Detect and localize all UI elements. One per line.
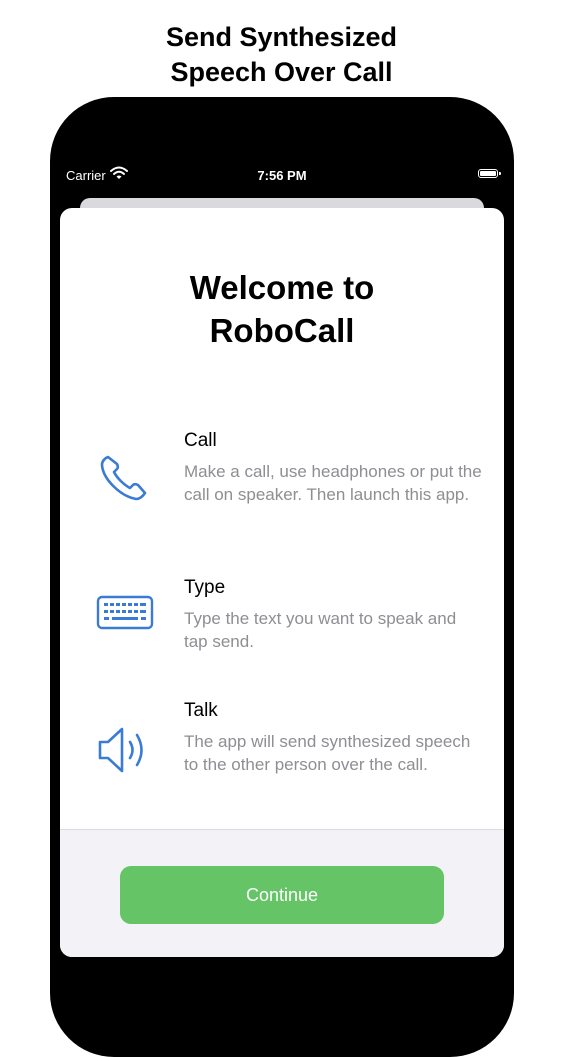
onboarding-sheet: Welcome to RoboCall Call Make a call, us… xyxy=(60,208,504,957)
sheet-footer: Continue xyxy=(60,829,504,957)
phone-icon xyxy=(100,455,147,501)
status-bar: Carrier 7:56 PM xyxy=(50,163,514,189)
battery-icon xyxy=(478,169,501,178)
continue-button[interactable]: Continue xyxy=(120,866,444,924)
promo-headline-line1: Send Synthesized xyxy=(165,22,398,52)
feature-description: Type the text you want to speak and tap … xyxy=(184,609,457,651)
welcome-title: Welcome to RoboCall xyxy=(60,266,504,352)
welcome-title-line2: RoboCall xyxy=(209,312,355,349)
keyboard-icon xyxy=(96,595,154,630)
welcome-title-line1: Welcome to xyxy=(189,269,375,306)
feature-title: Talk xyxy=(184,700,218,721)
feature-title: Call xyxy=(184,430,217,451)
phone-frame: Carrier 7:56 PM Welcome to RoboCall Call… xyxy=(50,97,514,1057)
feature-description: The app will send synthesized speech to … xyxy=(184,732,471,774)
speaker-icon xyxy=(98,727,143,773)
status-time: 7:56 PM xyxy=(257,168,307,183)
feature-description: Make a call, use headphones or put the c… xyxy=(184,462,482,504)
feature-title: Type xyxy=(184,577,226,598)
promo-headline: Send Synthesized Speech Over Call xyxy=(0,20,563,90)
promo-headline-line2: Speech Over Call xyxy=(170,57,393,87)
